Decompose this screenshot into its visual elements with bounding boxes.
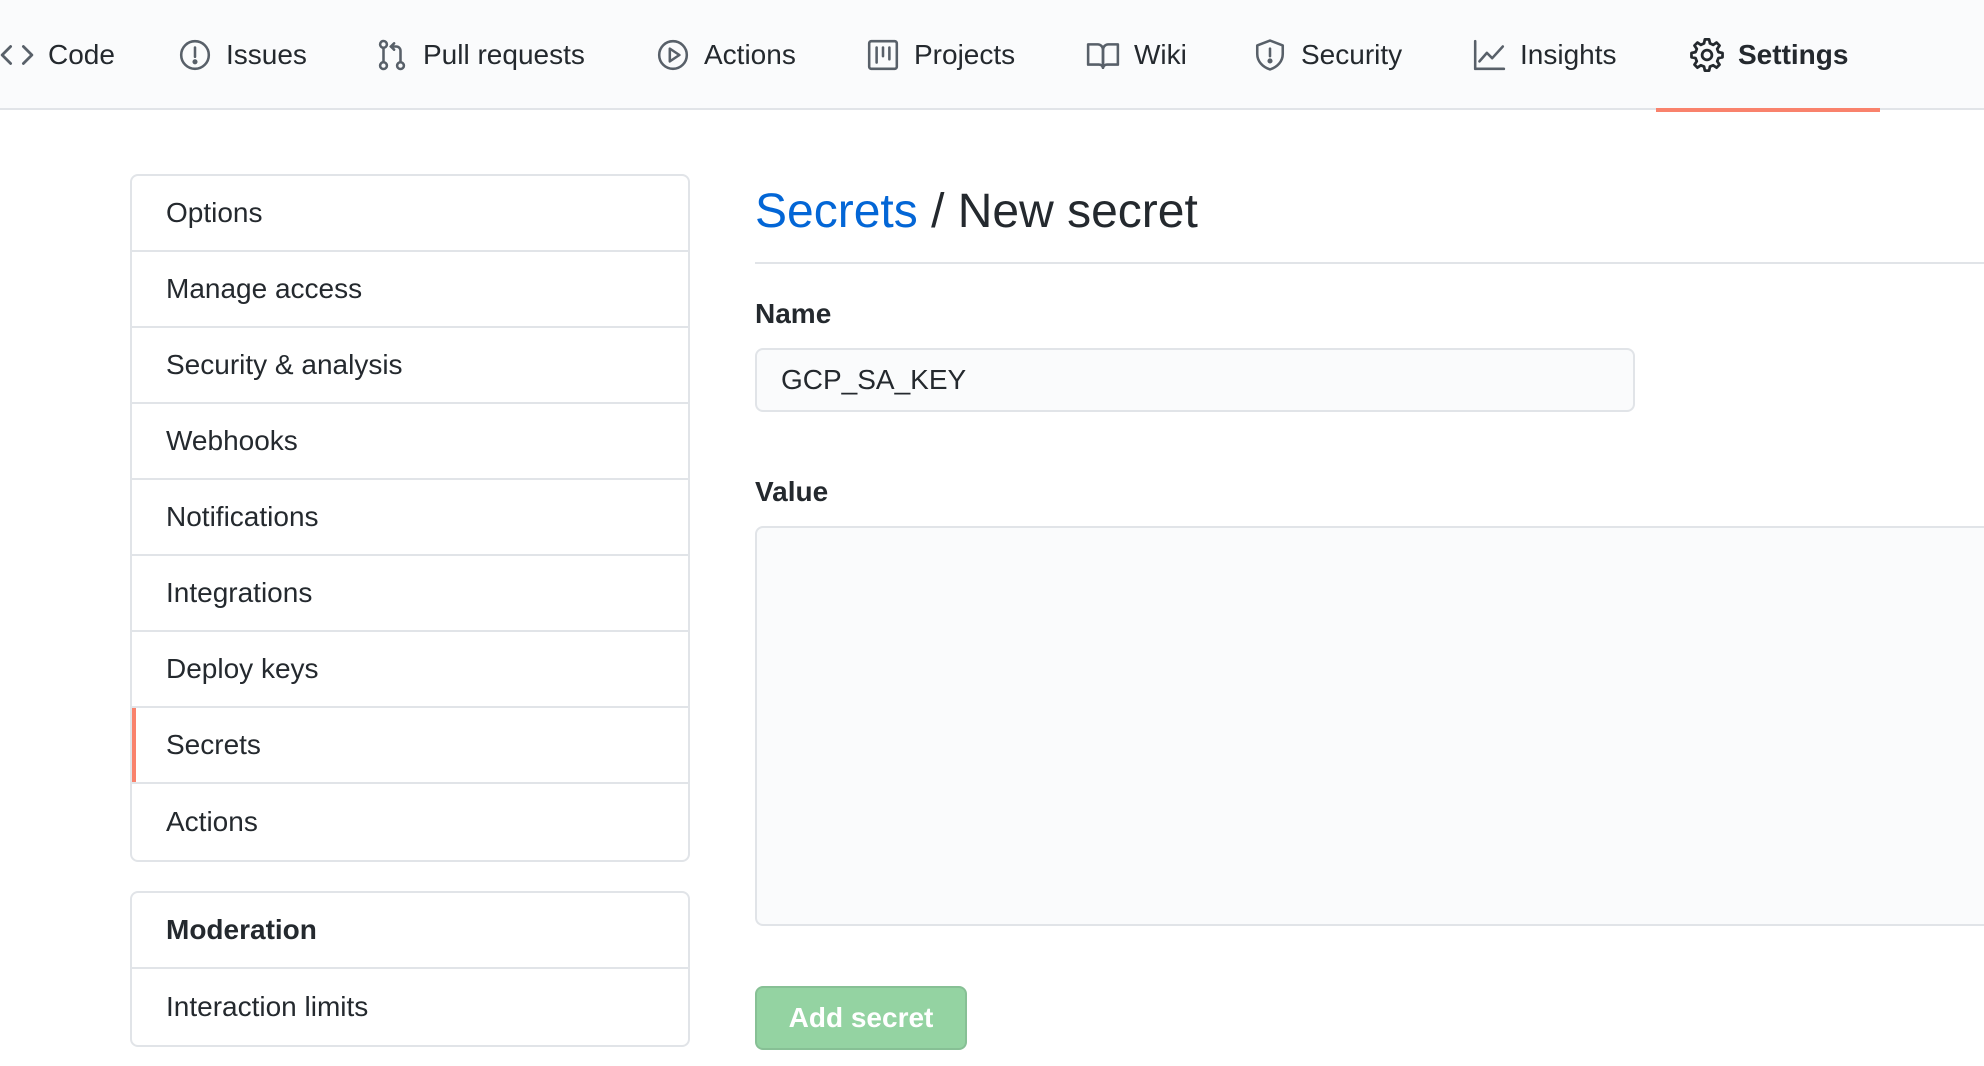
tab-issues[interactable]: Issues: [178, 0, 307, 110]
settings-sidebar: Options Manage access Security & analysi…: [130, 174, 690, 862]
issue-opened-icon: [178, 38, 212, 72]
sidebar-item-options[interactable]: Options: [132, 176, 688, 252]
tab-settings[interactable]: Settings: [1655, 0, 1882, 112]
tab-label: Settings: [1738, 39, 1849, 70]
sidebar-item-deploy-keys[interactable]: Deploy keys: [132, 632, 688, 708]
tab-code[interactable]: Code: [0, 0, 115, 110]
tab-label: Wiki: [1134, 39, 1187, 70]
secret-name-input[interactable]: [755, 348, 1635, 412]
code-icon: [0, 38, 34, 72]
moderation-sidebar: Moderation Interaction limits: [130, 891, 690, 1047]
sidebar-item-notifications[interactable]: Notifications: [132, 480, 688, 556]
tab-insights[interactable]: Insights: [1472, 0, 1617, 110]
breadcrumb-current: New secret: [957, 185, 1198, 238]
gear-icon: [1690, 38, 1724, 72]
graph-icon: [1472, 38, 1506, 72]
sidebar-item-label: Integrations: [166, 577, 313, 608]
sidebar-item-manage-access[interactable]: Manage access: [132, 252, 688, 328]
breadcrumb-secrets-link[interactable]: Secrets: [755, 185, 918, 238]
repo-nav: Code Issues Pull requests Actions Projec…: [0, 0, 1984, 112]
tab-actions[interactable]: Actions: [656, 0, 796, 110]
name-label: Name: [755, 298, 832, 329]
moderation-heading: Moderation: [132, 893, 688, 969]
sidebar-item-webhooks[interactable]: Webhooks: [132, 404, 688, 480]
sidebar-item-label: Manage access: [166, 273, 363, 304]
sidebar-item-label: Interaction limits: [166, 991, 369, 1022]
tab-label: Projects: [914, 39, 1016, 70]
tab-security[interactable]: Security: [1253, 0, 1402, 110]
tab-label: Actions: [704, 39, 796, 70]
git-pull-request-icon: [375, 38, 409, 72]
tab-label: Code: [48, 39, 115, 70]
tab-wiki[interactable]: Wiki: [1086, 0, 1187, 110]
sidebar-item-label: Webhooks: [166, 425, 298, 456]
sidebar-item-actions[interactable]: Actions: [132, 784, 688, 860]
sidebar-item-label: Notifications: [166, 501, 319, 532]
sidebar-item-security-analysis[interactable]: Security & analysis: [132, 328, 688, 404]
tab-pull-requests[interactable]: Pull requests: [375, 0, 585, 110]
sidebar-item-label: Security & analysis: [166, 349, 403, 380]
shield-icon: [1253, 38, 1287, 72]
tab-label: Issues: [226, 39, 307, 70]
sidebar-item-label: Secrets: [166, 729, 261, 760]
tab-label: Insights: [1520, 39, 1617, 70]
tab-label: Pull requests: [423, 39, 585, 70]
sidebar-item-interaction-limits[interactable]: Interaction limits: [132, 969, 688, 1045]
breadcrumb-separator: /: [931, 185, 958, 238]
value-label: Value: [755, 476, 829, 507]
tab-projects[interactable]: Projects: [866, 0, 1015, 110]
book-icon: [1086, 38, 1120, 72]
sidebar-item-secrets[interactable]: Secrets: [132, 708, 688, 784]
project-icon: [866, 38, 900, 72]
sidebar-item-label: Deploy keys: [166, 653, 319, 684]
play-icon: [656, 38, 690, 72]
sidebar-item-label: Actions: [166, 806, 258, 837]
tab-label: Security: [1301, 39, 1403, 70]
sidebar-item-integrations[interactable]: Integrations: [132, 556, 688, 632]
add-secret-button[interactable]: Add secret: [755, 986, 967, 1050]
secret-value-textarea[interactable]: [755, 526, 1984, 926]
page-title: Secrets / New secret: [755, 174, 1984, 264]
sidebar-item-label: Options: [166, 197, 263, 228]
